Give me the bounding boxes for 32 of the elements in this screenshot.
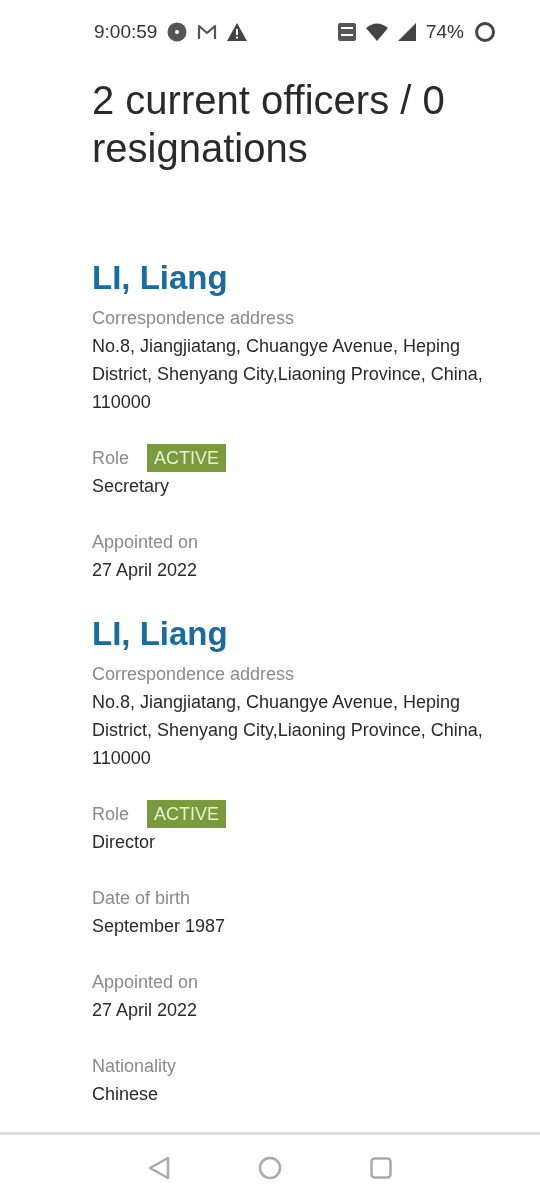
field-label: Date of birth (92, 887, 192, 910)
warning-icon (227, 23, 248, 41)
field-label: Role (92, 447, 130, 470)
field-value: 27 April 2022 (92, 559, 199, 582)
field-value: Director (92, 831, 156, 854)
status-badge: ACTIVE (147, 444, 227, 472)
status-badge: ACTIVE (147, 800, 227, 828)
battery-ring-icon (474, 21, 496, 43)
back-icon[interactable] (148, 1155, 170, 1180)
field-label: Correspondence address (92, 307, 296, 330)
field-value: Chinese (92, 1083, 160, 1106)
field-value: September 1987 (92, 915, 227, 938)
field-value: No.8, Jiangjiatang, Chuangye Avenue, Heping District, Shenyang City,Liaoning Province, China, 110000 (92, 335, 484, 414)
status-time: 9:00:59 (94, 21, 158, 43)
mail-icon (197, 24, 218, 40)
home-icon[interactable] (258, 1155, 282, 1180)
field-label: Appointed on (92, 971, 200, 994)
field-label: Appointed on (92, 531, 200, 554)
field-label: Correspondence address (92, 663, 296, 686)
field-value: 27 April 2022 (92, 999, 199, 1022)
field-label: Role (92, 803, 130, 826)
field-value: No.8, Jiangjiatang, Chuangye Avenue, Heping District, Shenyang City,Liaoning Province, China, 110000 (92, 691, 484, 770)
field-value: Secretary (92, 475, 171, 498)
officer-name[interactable]: LI, Liang (92, 258, 500, 298)
battery-percent: 74% (425, 21, 464, 43)
recents-icon[interactable] (370, 1156, 392, 1179)
app-badge-icon (167, 22, 188, 42)
wifi-icon (365, 23, 388, 41)
field-label: Nationality (92, 1055, 178, 1078)
signal-icon (397, 23, 416, 41)
page-title: 2 current officers / 0 resignations (92, 77, 446, 172)
officer-name[interactable]: LI, Liang (92, 614, 500, 654)
